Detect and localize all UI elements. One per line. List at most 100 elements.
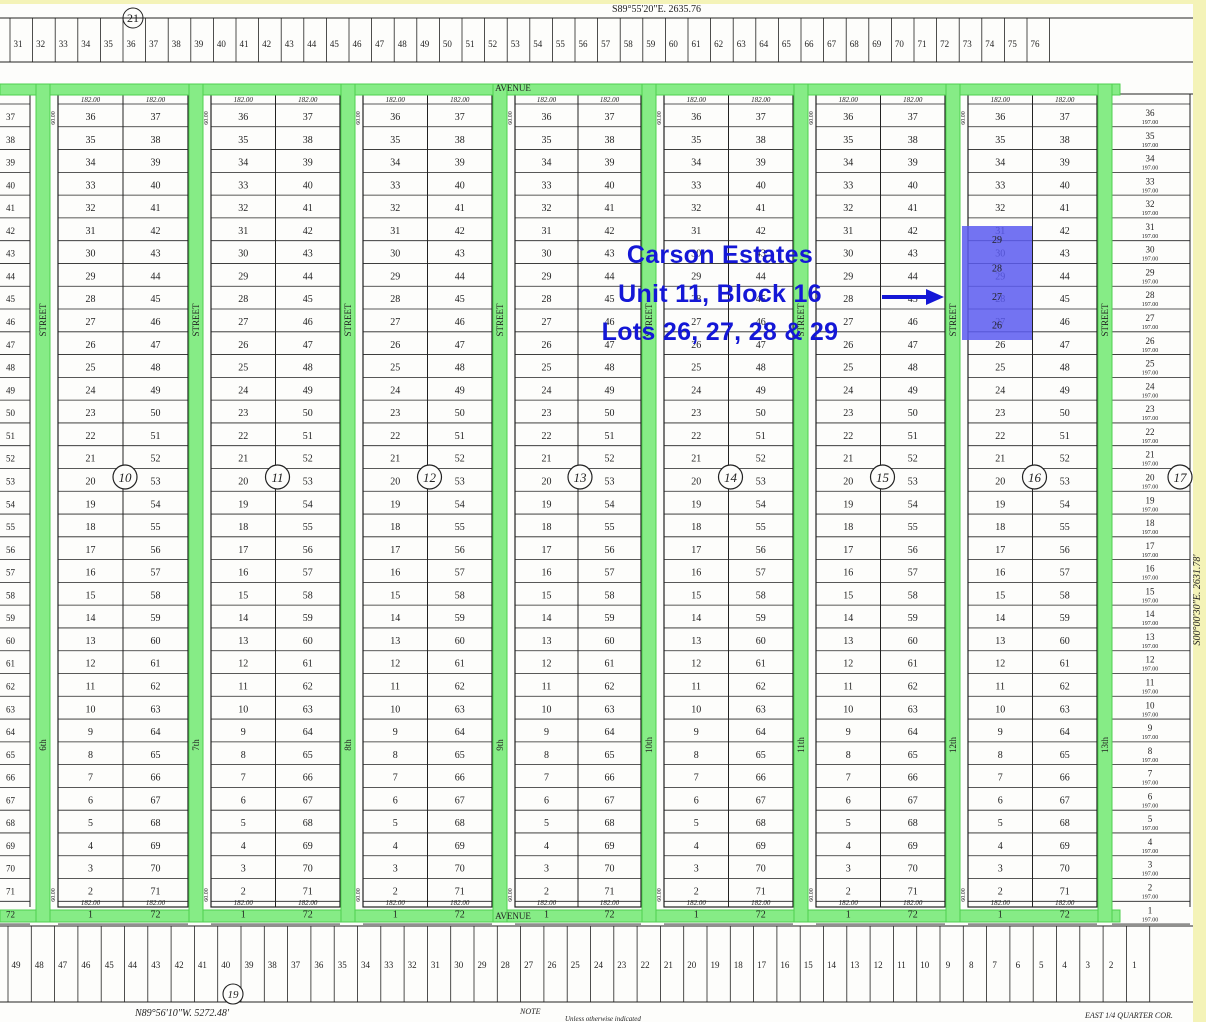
lot-number[interactable]: 8 [998,750,1003,761]
lot-number[interactable]: 16 [691,568,701,579]
lot-number[interactable]: 4 [544,841,549,852]
lot-number[interactable]: 24 [995,385,1005,396]
lot-number[interactable]: 70 [756,864,766,875]
lot-number[interactable]: 71 [756,887,766,898]
lot-number[interactable]: 69 [756,841,766,852]
lot-number[interactable]: 43 [151,249,161,260]
lot-number[interactable]: 1 [846,909,851,920]
lot-number[interactable]: 34 [843,158,853,169]
lot-number[interactable]: 42 [908,226,918,237]
lot-number[interactable]: 25 [691,363,701,374]
lot-number[interactable]: 35 [843,135,853,146]
lot-number[interactable]: 38 [908,135,918,146]
lot-number[interactable]: 22 [238,431,248,442]
lot-number[interactable]: 17 [843,545,853,556]
lot-number[interactable]: 50 [756,408,766,419]
lot-number[interactable]: 33 [995,180,1005,191]
lot-number[interactable]: 41 [303,203,313,214]
lot-number[interactable]: 6 [694,795,699,806]
lot-number[interactable]: 45 [151,294,161,305]
lot-number[interactable]: 12 [843,659,853,670]
street-12th[interactable] [945,83,961,923]
lot-number[interactable]: 72 [605,909,615,920]
lot-number[interactable]: 68 [908,818,918,829]
lot-number[interactable]: 51 [908,431,918,442]
lot-number[interactable]: 9 [846,727,851,738]
lot-number[interactable]: 7 [544,773,549,784]
lot-number[interactable]: 16 [238,568,248,579]
lot-number[interactable]: 46 [303,317,313,328]
lot-number[interactable]: 61 [908,659,918,670]
lot-number[interactable]: 70 [151,864,161,875]
lot-number[interactable]: 20 [995,476,1005,487]
lot-number[interactable]: 43 [1060,249,1070,260]
lot-number[interactable]: 63 [455,704,465,715]
lot-number[interactable]: 59 [455,613,465,624]
lot-number[interactable]: 24 [542,385,552,396]
lot-number[interactable]: 53 [908,476,918,487]
lot-number[interactable]: 69 [455,841,465,852]
lot-number[interactable]: 31 [390,226,400,237]
lot-number[interactable]: 60 [756,636,766,647]
lot-number[interactable]: 29 [390,271,400,282]
lot-number[interactable]: 10 [86,704,96,715]
lot-number[interactable]: 5 [998,818,1003,829]
lot-number[interactable]: 52 [1060,454,1070,465]
lot-number[interactable]: 48 [455,363,465,374]
lot-number[interactable]: 20 [390,476,400,487]
lot-number[interactable]: 32 [86,203,96,214]
lot-number[interactable]: 59 [756,613,766,624]
lot-number[interactable]: 71 [908,887,918,898]
lot-number[interactable]: 62 [151,682,161,693]
lot-number[interactable]: 67 [756,795,766,806]
lot-number[interactable]: 55 [151,522,161,533]
lot-number[interactable]: 19 [691,499,701,510]
lot-number[interactable]: 25 [238,363,248,374]
lot-number[interactable]: 68 [455,818,465,829]
lot-number[interactable]: 19 [390,499,400,510]
lot-number[interactable]: 21 [691,454,701,465]
lot-number[interactable]: 24 [843,385,853,396]
lot-number[interactable]: 14 [691,613,701,624]
lot-number[interactable]: 19 [542,499,552,510]
lot-number[interactable]: 37 [605,112,615,123]
lot-number[interactable]: 3 [544,864,549,875]
lot-number[interactable]: 9 [998,727,1003,738]
lot-number[interactable]: 23 [995,408,1005,419]
lot-number[interactable]: 49 [455,385,465,396]
lot-number[interactable]: 53 [303,476,313,487]
lot-number[interactable]: 53 [1060,476,1070,487]
lot-number[interactable]: 16 [390,568,400,579]
lot-number[interactable]: 53 [605,476,615,487]
lot-number[interactable]: 6 [846,795,851,806]
lot-number[interactable]: 49 [151,385,161,396]
lot-number[interactable]: 65 [303,750,313,761]
lot-number[interactable]: 52 [908,454,918,465]
lot-number[interactable]: 58 [756,590,766,601]
lot-number[interactable]: 15 [843,590,853,601]
lot-number[interactable]: 70 [908,864,918,875]
lot-number[interactable]: 57 [455,568,465,579]
lot-number[interactable]: 55 [303,522,313,533]
lot-number[interactable]: 49 [756,385,766,396]
lot-number[interactable]: 38 [605,135,615,146]
lot-number[interactable]: 64 [455,727,465,738]
lot-number[interactable]: 16 [542,568,552,579]
lot-number[interactable]: 7 [393,773,398,784]
lot-number[interactable]: 65 [605,750,615,761]
lot-number[interactable]: 68 [151,818,161,829]
lot-number[interactable]: 38 [455,135,465,146]
lot-number[interactable]: 60 [303,636,313,647]
lot-number[interactable]: 66 [303,773,313,784]
lot-number[interactable]: 30 [86,249,96,260]
lot-number[interactable]: 68 [756,818,766,829]
lot-number[interactable]: 13 [691,636,701,647]
lot-number[interactable]: 5 [694,818,699,829]
lot-number[interactable]: 12 [995,659,1005,670]
lot-number[interactable]: 8 [393,750,398,761]
lot-number[interactable]: 48 [303,363,313,374]
lot-number[interactable]: 42 [455,226,465,237]
lot-number[interactable]: 27 [390,317,400,328]
lot-number[interactable]: 2 [694,887,699,898]
lot-number[interactable]: 28 [542,294,552,305]
